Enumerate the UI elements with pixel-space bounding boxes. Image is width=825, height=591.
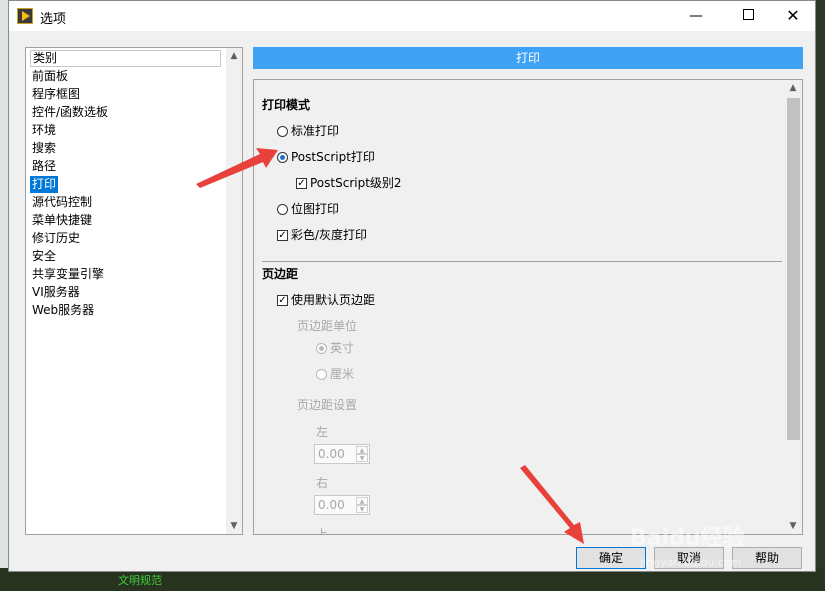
stepper-up-icon[interactable]: ▲ bbox=[356, 446, 368, 454]
color-gray-label: 彩色/灰度打印 bbox=[291, 228, 368, 242]
radio-icon bbox=[277, 204, 288, 215]
unit-cm-label: 厘米 bbox=[330, 367, 355, 381]
maximize-button[interactable] bbox=[725, 1, 771, 31]
left-margin-label: 左 bbox=[316, 425, 329, 439]
category-item-revision-history[interactable]: 修订历史 bbox=[30, 230, 82, 247]
postscript-print-label: PostScript打印 bbox=[291, 150, 375, 164]
panel-header: 打印 bbox=[253, 47, 803, 69]
stepper-up-icon[interactable]: ▲ bbox=[356, 497, 368, 505]
postscript-level2-label: PostScript级别2 bbox=[310, 176, 402, 190]
bitmap-print-radio[interactable]: 位图打印 bbox=[277, 201, 339, 217]
category-item-vi-server[interactable]: VI服务器 bbox=[30, 284, 82, 301]
window-title: 选项 bbox=[40, 12, 67, 27]
scroll-down-icon[interactable]: ▼ bbox=[785, 518, 801, 534]
category-scrollbar[interactable]: ▲ ▼ bbox=[226, 48, 242, 534]
category-item-source-control[interactable]: 源代码控制 bbox=[30, 194, 94, 211]
category-item-security[interactable]: 安全 bbox=[30, 248, 58, 265]
checkmark-icon: ✓ bbox=[296, 178, 307, 189]
category-list[interactable]: 类别 前面板 程序框图 控件/函数选板 环境 搜索 路径 打印 源代码控制 菜单… bbox=[25, 47, 243, 535]
background-bottom-text: 文明规范 bbox=[118, 574, 162, 587]
right-margin-stepper[interactable]: 0.00 ▲ ▼ bbox=[314, 495, 370, 515]
print-mode-title: 打印模式 bbox=[262, 98, 311, 112]
standard-print-radio[interactable]: 标准打印 bbox=[277, 123, 339, 139]
stepper-down-icon[interactable]: ▼ bbox=[356, 454, 368, 462]
margins-title: 页边距 bbox=[262, 267, 299, 281]
bitmap-print-label: 位图打印 bbox=[291, 202, 340, 216]
standard-print-label: 标准打印 bbox=[291, 124, 340, 138]
category-list-header: 类别 bbox=[30, 50, 221, 67]
margin-settings-label: 页边距设置 bbox=[297, 398, 358, 412]
unit-inch-radio[interactable]: 英寸 bbox=[316, 340, 354, 356]
baidu-watermark-url: jingyan.baidu.com bbox=[640, 556, 742, 569]
postscript-print-radio[interactable]: PostScript打印 bbox=[277, 149, 375, 165]
unit-inch-label: 英寸 bbox=[330, 341, 355, 355]
category-item-palettes[interactable]: 控件/函数选板 bbox=[30, 104, 110, 121]
settings-scrollbar[interactable]: ▲ ▼ bbox=[785, 80, 802, 534]
scroll-up-icon[interactable]: ▲ bbox=[785, 80, 801, 96]
section-divider bbox=[262, 261, 782, 262]
checkmark-icon: ✓ bbox=[277, 230, 288, 241]
category-item-shared-variable-engine[interactable]: 共享变量引擎 bbox=[30, 266, 106, 283]
use-default-margins-checkbox[interactable]: ✓ 使用默认页边距 bbox=[277, 292, 375, 308]
close-button[interactable]: ✕ bbox=[770, 1, 816, 31]
color-gray-checkbox[interactable]: ✓ 彩色/灰度打印 bbox=[277, 227, 367, 243]
stepper-down-icon[interactable]: ▼ bbox=[356, 505, 368, 513]
annotation-arrow-print-mode bbox=[196, 148, 278, 188]
category-item-web-server[interactable]: Web服务器 bbox=[30, 302, 96, 319]
use-default-margins-label: 使用默认页边距 bbox=[291, 293, 376, 307]
radio-icon bbox=[277, 126, 288, 137]
right-margin-label: 右 bbox=[316, 476, 329, 490]
minimize-button[interactable]: — bbox=[673, 1, 719, 31]
labview-app-icon bbox=[17, 8, 33, 24]
annotation-arrow-ok-button bbox=[520, 465, 584, 544]
margin-unit-label: 页边距单位 bbox=[297, 319, 358, 333]
unit-cm-radio[interactable]: 厘米 bbox=[316, 366, 354, 382]
category-item-search[interactable]: 搜索 bbox=[30, 140, 58, 157]
title-bar: 选项 — ✕ bbox=[9, 1, 815, 31]
category-item-front-panel[interactable]: 前面板 bbox=[30, 68, 70, 85]
scroll-down-icon[interactable]: ▼ bbox=[226, 518, 242, 534]
category-item-printing[interactable]: 打印 bbox=[30, 176, 59, 193]
left-margin-stepper[interactable]: 0.00 ▲ ▼ bbox=[314, 444, 370, 464]
postscript-level2-checkbox[interactable]: ✓ PostScript级别2 bbox=[296, 175, 402, 191]
radio-icon bbox=[316, 369, 327, 380]
category-item-menu-shortcuts[interactable]: 菜单快捷键 bbox=[30, 212, 94, 229]
category-item-paths[interactable]: 路径 bbox=[30, 158, 58, 175]
right-margin-value: 0.00 bbox=[318, 498, 345, 512]
scroll-up-icon[interactable]: ▲ bbox=[226, 48, 242, 64]
left-margin-value: 0.00 bbox=[318, 447, 345, 461]
checkmark-icon: ✓ bbox=[277, 295, 288, 306]
top-margin-label: 上 bbox=[316, 527, 329, 535]
options-dialog: 选项 — ✕ 类别 前面板 程序框图 控件/函数选板 环境 搜索 路径 打印 源… bbox=[8, 0, 816, 572]
radio-selected-icon bbox=[316, 343, 327, 354]
category-item-block-diagram[interactable]: 程序框图 bbox=[30, 86, 82, 103]
category-item-environment[interactable]: 环境 bbox=[30, 122, 58, 139]
baidu-watermark: Baidu经验 bbox=[630, 526, 745, 551]
scroll-thumb[interactable] bbox=[787, 98, 800, 440]
maximize-icon bbox=[742, 9, 754, 20]
